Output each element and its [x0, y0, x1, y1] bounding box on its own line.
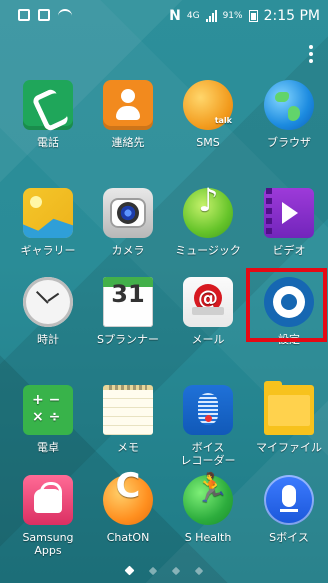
- app-sms[interactable]: SMS: [167, 80, 249, 149]
- my-files-icon: [264, 381, 314, 435]
- app-label: メール: [191, 333, 225, 346]
- s-voice-icon: [264, 475, 314, 525]
- overflow-menu-icon[interactable]: [308, 45, 314, 65]
- nfc-icon: N: [169, 8, 181, 24]
- s-health-icon: [183, 475, 233, 525]
- app-label: Sプランナー: [97, 333, 159, 346]
- app-camera[interactable]: カメラ: [87, 188, 169, 257]
- app-label: Samsung Apps: [22, 531, 74, 557]
- chaton-icon: [103, 475, 153, 525]
- app-label: マイファイル: [256, 441, 322, 454]
- wifi-icon: [58, 9, 72, 21]
- app-label: 電卓: [37, 441, 59, 454]
- app-memo[interactable]: メモ: [87, 385, 169, 454]
- network-type-icon: 4G: [186, 11, 200, 21]
- app-video[interactable]: ビデオ: [248, 188, 328, 257]
- app-label: ミュージック: [175, 244, 241, 257]
- app-label: ギャラリー: [20, 244, 76, 257]
- status-left-icons: [18, 9, 72, 21]
- settings-icon: [264, 277, 314, 327]
- battery-icon: [248, 10, 258, 22]
- app-browser[interactable]: ブラウザ: [248, 80, 328, 149]
- app-s-voice[interactable]: Sボイス: [248, 475, 328, 544]
- app-s-planner[interactable]: 31 Sプランナー: [87, 277, 169, 346]
- clock-icon: [23, 277, 73, 327]
- app-label: ボイス レコーダー: [180, 441, 236, 467]
- sms-icon: [183, 80, 233, 130]
- status-time: 2:15 PM: [263, 8, 320, 24]
- app-settings[interactable]: 設定: [248, 277, 328, 346]
- status-right-icons: N 4G 91% 2:15 PM: [169, 8, 320, 24]
- app-calculator[interactable]: 電卓: [7, 385, 89, 454]
- screenshot-icon: [18, 9, 30, 21]
- page-indicator-dot[interactable]: [194, 566, 204, 575]
- music-icon: [183, 188, 233, 238]
- app-label: カメラ: [111, 244, 145, 257]
- app-music[interactable]: ミュージック: [167, 188, 249, 257]
- app-mail[interactable]: メール: [167, 277, 249, 346]
- signal-icon: [205, 10, 217, 22]
- battery-percentage: 91%: [222, 11, 243, 21]
- mail-icon: [183, 277, 233, 327]
- planner-icon: 31: [103, 277, 153, 327]
- page-indicator-dot[interactable]: [148, 566, 158, 575]
- app-s-health[interactable]: S Health: [167, 475, 249, 544]
- app-label: S Health: [184, 531, 232, 544]
- phone-icon: [23, 80, 73, 130]
- app-label: 連絡先: [111, 136, 145, 149]
- app-phone[interactable]: 電話: [7, 80, 89, 149]
- gallery-icon: [23, 188, 73, 238]
- video-icon: [264, 188, 314, 238]
- browser-icon: [264, 80, 314, 130]
- camera-icon: [103, 188, 153, 238]
- app-gallery[interactable]: ギャラリー: [7, 188, 89, 257]
- samsung-apps-icon: [23, 475, 73, 525]
- image-icon: [38, 9, 50, 21]
- app-clock[interactable]: 時計: [7, 277, 89, 346]
- app-label: 電話: [37, 136, 59, 149]
- app-my-files[interactable]: マイファイル: [248, 381, 328, 454]
- page-indicator[interactable]: [124, 565, 204, 576]
- voice-recorder-icon: [183, 385, 233, 435]
- app-contacts[interactable]: 連絡先: [87, 80, 169, 149]
- page-indicator-dot[interactable]: [171, 566, 181, 575]
- app-label: 時計: [37, 333, 59, 346]
- contacts-icon: [103, 80, 153, 130]
- app-label: ビデオ: [272, 244, 306, 257]
- memo-icon: [103, 385, 153, 435]
- app-label: Sボイス: [269, 531, 309, 544]
- app-voice-recorder[interactable]: ボイス レコーダー: [167, 385, 249, 467]
- app-label: メモ: [117, 441, 139, 454]
- app-label: ChatON: [106, 531, 150, 544]
- app-label: SMS: [196, 136, 220, 149]
- page-indicator-dot-active[interactable]: [124, 565, 135, 576]
- app-label: 設定: [278, 333, 300, 346]
- planner-date-badge: 31: [111, 280, 145, 308]
- calculator-icon: [23, 385, 73, 435]
- app-samsung-apps[interactable]: Samsung Apps: [7, 475, 89, 557]
- status-bar: N 4G 91% 2:15 PM: [0, 0, 328, 34]
- app-label: ブラウザ: [267, 136, 311, 149]
- app-chaton[interactable]: ChatON: [87, 475, 169, 544]
